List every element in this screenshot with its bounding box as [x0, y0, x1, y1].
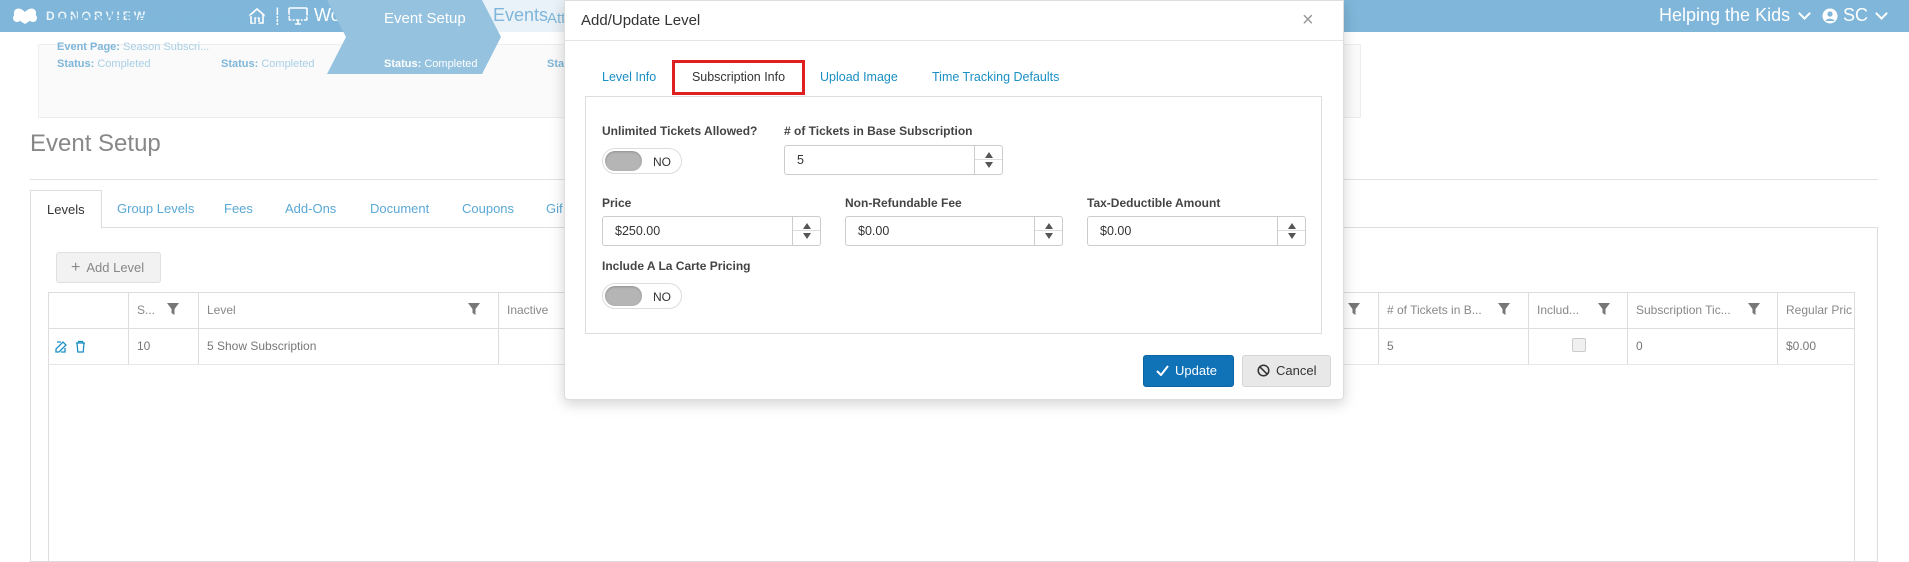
ban-icon: [1257, 364, 1270, 377]
wizard-step-event-setup[interactable]: Event Setup Status: Completed: [327, 0, 501, 74]
include-checkbox[interactable]: [1572, 338, 1586, 352]
check-icon: [1156, 365, 1169, 377]
organization-label: Helping the Kids: [1659, 5, 1791, 25]
user-circle-icon: [1822, 8, 1838, 23]
filter-icon[interactable]: [1598, 303, 1610, 316]
chevron-down-icon: [1798, 6, 1811, 20]
cancel-button[interactable]: Cancel: [1242, 355, 1331, 387]
tab-group-levels[interactable]: Group Levels: [117, 190, 194, 228]
organization-menu[interactable]: Helping the Kids: [1659, 5, 1811, 26]
plus-icon: +: [71, 259, 81, 276]
column-header-sort[interactable]: S...: [128, 292, 198, 328]
events-label: Events: [493, 5, 549, 25]
non-refundable-fee-label: Non-Refundable Fee: [845, 196, 962, 210]
toggle-state: NO: [653, 290, 671, 304]
cancel-label: Cancel: [1276, 363, 1317, 378]
step-title: Event Settings: [221, 10, 318, 27]
price-input[interactable]: $250.00: [602, 216, 821, 246]
step-page: Event Page: Season Subscri...: [57, 41, 210, 53]
user-initials: SC: [1843, 5, 1869, 25]
arrow-down-icon[interactable]: [1288, 233, 1296, 239]
unlimited-tickets-toggle[interactable]: NO: [602, 148, 682, 174]
filter-icon[interactable]: [468, 303, 480, 316]
step-title: Event Setup: [384, 10, 466, 27]
filter-icon[interactable]: [1498, 303, 1510, 316]
arrow-up-icon[interactable]: [803, 223, 811, 229]
price-label: Price: [602, 196, 632, 210]
number-stepper[interactable]: [974, 146, 1002, 174]
modal-title: Add/Update Level: [581, 12, 701, 29]
tab-fees[interactable]: Fees: [224, 190, 253, 228]
column-header-regular-price[interactable]: Regular Pric: [1777, 292, 1855, 328]
cell-inactive: [498, 328, 564, 364]
unlimited-tickets-label: Unlimited Tickets Allowed?: [602, 124, 758, 138]
number-stepper[interactable]: [1277, 217, 1305, 245]
filter-icon[interactable]: [1748, 303, 1760, 316]
arrow-down-icon[interactable]: [985, 162, 993, 168]
toggle-knob: [605, 286, 642, 306]
cell-sort: 10: [128, 328, 150, 364]
step-status: Status: Completed: [384, 58, 478, 70]
modal-tab-time-tracking[interactable]: Time Tracking Defaults: [932, 70, 1059, 84]
trash-icon[interactable]: [74, 340, 87, 353]
modal-tab-level-info[interactable]: Level Info: [602, 70, 656, 84]
cell-regular-price: $0.00: [1777, 328, 1816, 364]
toggle-knob: [605, 151, 642, 171]
non-refundable-fee-input[interactable]: $0.00: [845, 216, 1063, 246]
tab-document[interactable]: Document: [370, 190, 429, 228]
fee-value: $0.00: [858, 224, 890, 238]
cell-level: 5 Show Subscription: [198, 328, 316, 364]
step-title: Att: [547, 10, 566, 27]
number-stepper[interactable]: [1034, 217, 1062, 245]
price-value: $250.00: [615, 224, 661, 238]
chevron-down-icon: [1875, 6, 1888, 20]
edit-icon[interactable]: [55, 340, 68, 353]
tab-levels[interactable]: Levels: [30, 190, 102, 229]
donorview-logo-icon: [13, 8, 37, 24]
user-menu[interactable]: SC: [1822, 5, 1888, 26]
step-status: Status: Completed: [57, 58, 151, 70]
tab-add-ons[interactable]: Add-Ons: [285, 190, 336, 228]
column-header-level[interactable]: Level: [198, 292, 498, 328]
filter-icon[interactable]: [167, 303, 179, 316]
base-tickets-value: 5: [797, 153, 804, 167]
base-tickets-label: # of Tickets in Base Subscription: [784, 124, 973, 138]
arrow-down-icon[interactable]: [803, 233, 811, 239]
filter-icon[interactable]: [1348, 303, 1360, 316]
tax-deductible-input[interactable]: $0.00: [1087, 216, 1306, 246]
arrow-up-icon[interactable]: [1288, 223, 1296, 229]
arrow-up-icon[interactable]: [1045, 223, 1053, 229]
tab-gift[interactable]: Gif: [546, 190, 563, 228]
page-title: Event Setup: [30, 130, 161, 157]
modal-tab-upload-image[interactable]: Upload Image: [820, 70, 898, 84]
arrow-up-icon[interactable]: [985, 152, 993, 158]
modal-tab-subscription-info[interactable]: Subscription Info: [672, 60, 805, 95]
column-header-inactive[interactable]: Inactive: [498, 292, 564, 328]
update-button[interactable]: Update: [1143, 355, 1234, 387]
number-stepper[interactable]: [792, 217, 820, 245]
a-la-carte-toggle[interactable]: NO: [602, 283, 682, 309]
step-title: Acknowledgement Info: [57, 10, 209, 27]
cell-subscription-tickets: 0: [1627, 328, 1643, 364]
base-tickets-input[interactable]: 5: [784, 145, 1003, 175]
tab-coupons[interactable]: Coupons: [462, 190, 514, 228]
add-level-label: Add Level: [86, 260, 145, 275]
modal-divider: [565, 40, 1343, 41]
tax-value: $0.00: [1100, 224, 1132, 238]
close-icon[interactable]: ×: [1302, 9, 1314, 32]
step-status: Status: Completed: [221, 58, 315, 70]
cell-tickets: 5: [1378, 328, 1394, 364]
update-label: Update: [1175, 363, 1217, 378]
arrow-down-icon[interactable]: [1045, 233, 1053, 239]
add-level-button[interactable]: + Add Level: [56, 252, 161, 283]
a-la-carte-label: Include A La Carte Pricing: [602, 259, 751, 273]
tax-deductible-label: Tax-Deductible Amount: [1087, 196, 1221, 210]
toggle-state: NO: [653, 155, 671, 169]
